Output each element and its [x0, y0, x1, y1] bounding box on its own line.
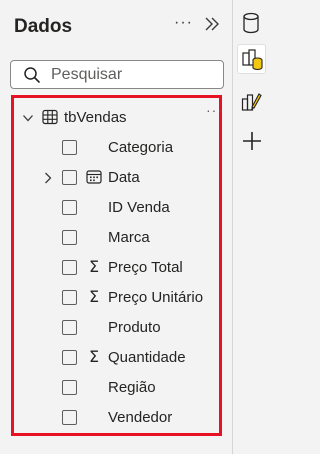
add-pane-button[interactable] [237, 126, 266, 156]
field-label: Região [108, 379, 156, 396]
collapse-pane-icon[interactable] [203, 14, 221, 34]
field-label: Categoria [108, 139, 174, 156]
fields-tree-highlight: tbVendas ··· Categoria Data ID Venda Mar… [11, 95, 222, 436]
field-checkbox[interactable] [62, 290, 77, 305]
field-checkbox[interactable] [62, 410, 77, 425]
data-pane: Dados ··· Pesquisar tbVendas ··· Categor… [0, 0, 233, 454]
pane-title: Dados [14, 16, 73, 37]
pane-switcher-rail [233, 0, 270, 454]
search-input[interactable] [51, 64, 216, 85]
field-checkbox[interactable] [62, 140, 77, 155]
build-visual-tab[interactable] [237, 44, 266, 74]
field-label: Data [108, 169, 140, 186]
field-row-quantidade[interactable]: Σ Quantidade [14, 345, 219, 371]
field-label: ID Venda [108, 199, 170, 216]
field-checkbox[interactable] [62, 170, 77, 185]
field-checkbox[interactable] [62, 260, 77, 275]
table-node-tbvendas[interactable]: tbVendas ··· [14, 102, 222, 130]
chevron-down-icon[interactable] [22, 111, 34, 123]
field-row-vendedor[interactable]: Vendedor [14, 405, 219, 431]
field-row-preco-unitario[interactable]: Σ Preço Unitário [14, 285, 219, 311]
calendar-icon [86, 168, 102, 186]
field-checkbox[interactable] [62, 380, 77, 395]
search-box[interactable] [10, 60, 224, 89]
field-label: Quantidade [108, 349, 186, 366]
sigma-icon: Σ [88, 257, 100, 276]
field-row-preco-total[interactable]: Σ Preço Total [14, 255, 219, 281]
table-icon [42, 109, 58, 125]
field-label: Preço Total [108, 259, 183, 276]
field-checkbox[interactable] [62, 350, 77, 365]
table-name: tbVendas [64, 109, 127, 126]
table-more-options-button[interactable]: ··· [206, 102, 223, 118]
field-label: Preço Unitário [108, 289, 204, 306]
field-checkbox[interactable] [62, 320, 77, 335]
field-row-id-venda[interactable]: ID Venda [14, 195, 219, 221]
data-pane-tab[interactable] [237, 8, 266, 38]
field-row-produto[interactable]: Produto [14, 315, 219, 341]
field-label: Vendedor [108, 409, 173, 426]
field-row-marca[interactable]: Marca [14, 225, 219, 251]
field-checkbox[interactable] [62, 200, 77, 215]
field-checkbox[interactable] [62, 230, 77, 245]
field-row-regiao[interactable]: Região [14, 375, 219, 401]
pane-more-options-button[interactable]: ··· [174, 14, 193, 32]
chevron-right-icon[interactable] [43, 171, 53, 184]
sigma-icon: Σ [88, 347, 100, 366]
search-icon [23, 66, 41, 84]
field-row-data[interactable]: Data [14, 165, 219, 191]
field-row-categoria[interactable]: Categoria [14, 135, 219, 161]
sigma-icon: Σ [88, 287, 100, 306]
field-label: Produto [108, 319, 161, 336]
field-label: Marca [108, 229, 150, 246]
format-visual-tab[interactable] [237, 86, 266, 116]
